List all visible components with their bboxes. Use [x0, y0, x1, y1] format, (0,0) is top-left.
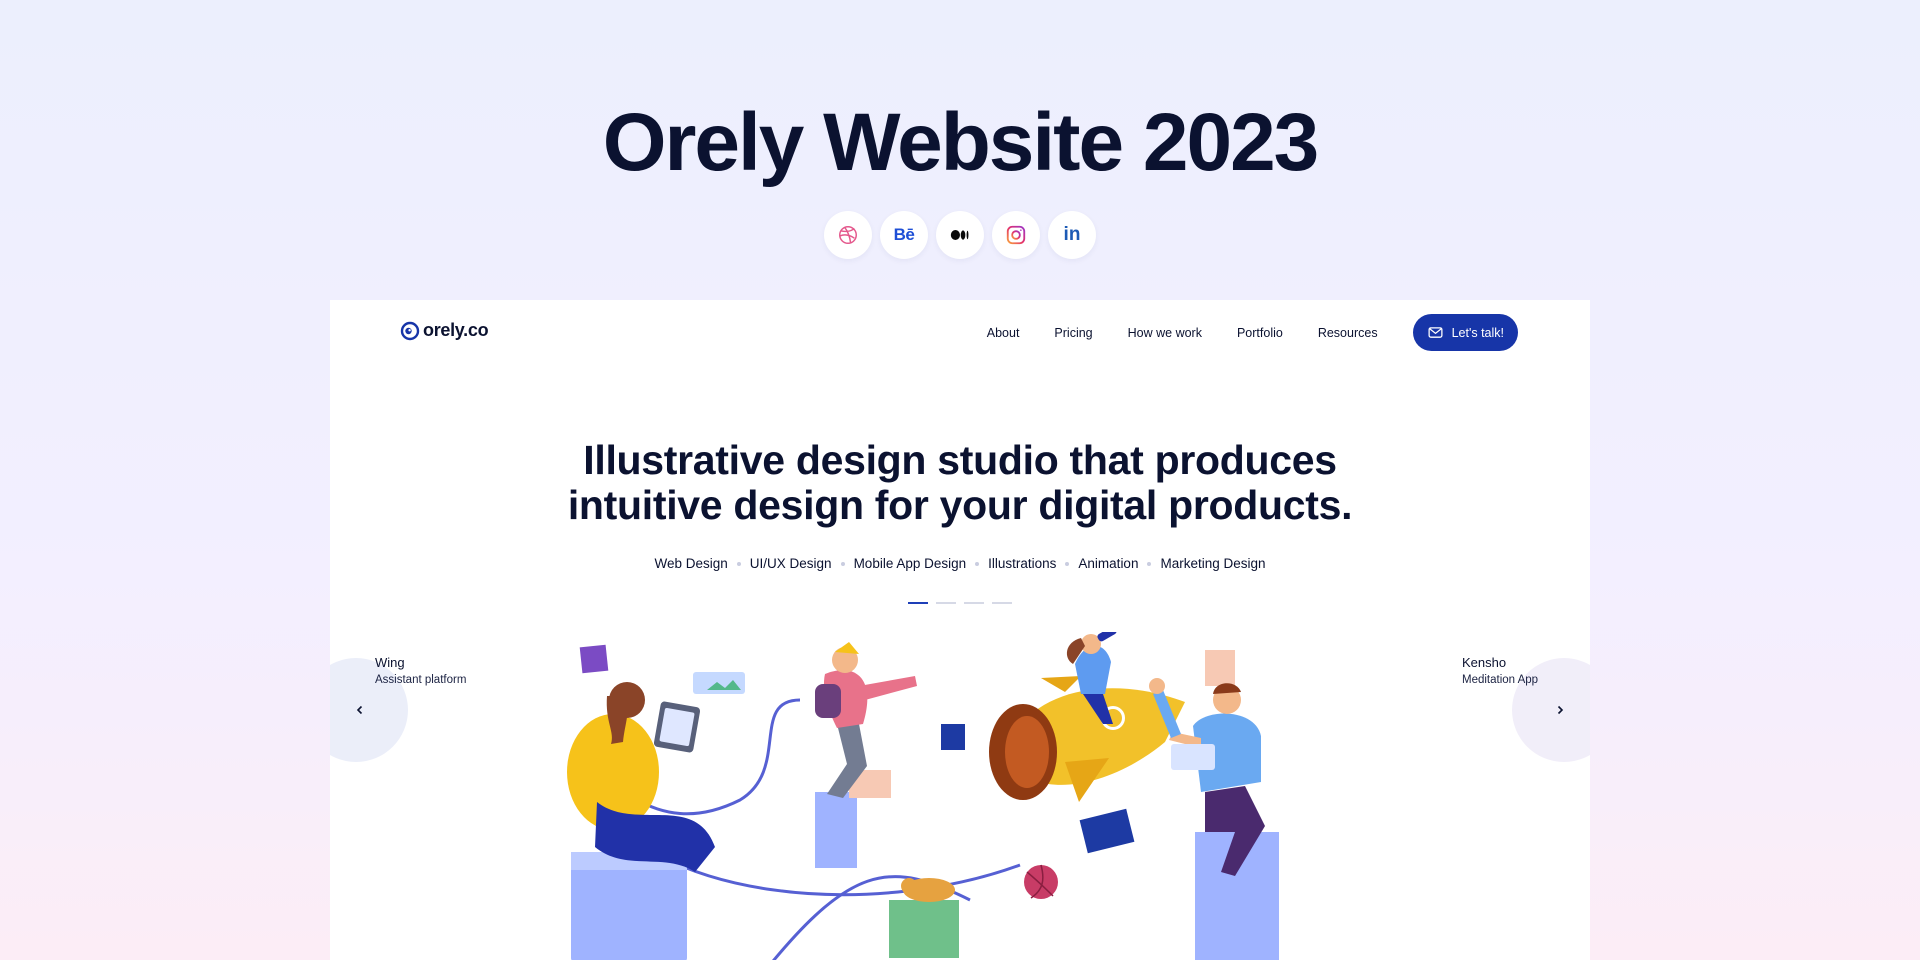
page-title: Orely Website 2023 — [602, 97, 1320, 188]
linkedin-button[interactable]: in — [1048, 211, 1096, 259]
chevron-left-icon — [356, 705, 363, 715]
social-links: Bē in — [0, 211, 1920, 259]
logo-icon — [400, 321, 420, 340]
nav-menu: About Pricing How we work Portfolio Reso… — [987, 314, 1518, 351]
slide-dot-2[interactable] — [936, 602, 956, 604]
hero-headline: Illustrative design studio that produces… — [330, 438, 1590, 528]
hero-line-2: intuitive design for your digital produc… — [567, 482, 1353, 528]
separator-dot — [1147, 561, 1152, 566]
separator-dot — [840, 561, 845, 566]
behance-button[interactable]: Bē — [880, 211, 928, 259]
linkedin-icon: in — [1063, 224, 1081, 245]
prev-project-subtitle: Assistant platform — [375, 674, 467, 686]
service-item: UI/UX Design — [749, 556, 832, 571]
dribbble-button[interactable] — [824, 211, 872, 259]
cta-label: Let's talk! — [1451, 325, 1504, 340]
logo-text: orely.co — [423, 320, 489, 340]
service-item: Animation — [1078, 556, 1139, 571]
prev-project-info[interactable]: Wing Assistant platform — [375, 655, 466, 686]
site-logo[interactable]: orely.co — [400, 320, 489, 341]
website-preview: orely.co About Pricing How we work Portf… — [330, 300, 1590, 960]
next-project-subtitle: Meditation App — [1462, 674, 1539, 686]
dribbble-icon — [839, 226, 857, 244]
separator-dot — [975, 561, 980, 566]
chevron-right-icon — [1557, 705, 1564, 715]
medium-icon — [950, 230, 969, 240]
hero-line-1: Illustrative design studio that produces — [583, 437, 1337, 483]
service-item: Mobile App Design — [853, 556, 967, 571]
slide-dot-4[interactable] — [992, 602, 1012, 604]
lets-talk-button[interactable]: Let's talk! — [1412, 314, 1518, 351]
services-list: Web Design UI/UX Design Mobile App Desig… — [330, 556, 1590, 571]
instagram-button[interactable] — [992, 211, 1040, 259]
service-item: Marketing Design — [1160, 556, 1266, 571]
separator-dot — [1065, 561, 1070, 566]
nav-resources[interactable]: Resources — [1318, 326, 1378, 340]
medium-button[interactable] — [936, 211, 984, 259]
next-project-info[interactable]: Kensho Meditation App — [1462, 655, 1538, 686]
nav-how-we-work[interactable]: How we work — [1128, 326, 1202, 340]
slide-dot-3[interactable] — [964, 602, 984, 604]
behance-icon: Bē — [893, 225, 915, 244]
nav-pricing[interactable]: Pricing — [1054, 326, 1092, 340]
service-item: Web Design — [654, 556, 728, 571]
instagram-icon — [1006, 225, 1026, 245]
service-item: Illustrations — [988, 556, 1057, 571]
next-project-title: Kensho — [1462, 655, 1507, 670]
slide-dot-1[interactable] — [908, 602, 928, 604]
separator-dot — [736, 561, 741, 566]
slider-pagination — [330, 602, 1590, 604]
nav-portfolio[interactable]: Portfolio — [1237, 326, 1283, 340]
nav-about[interactable]: About — [987, 326, 1020, 340]
mail-icon — [1428, 327, 1443, 338]
site-navbar: orely.co About Pricing How we work Portf… — [330, 312, 1590, 352]
hero-illustration — [567, 632, 1279, 960]
prev-project-title: Wing — [375, 655, 405, 670]
